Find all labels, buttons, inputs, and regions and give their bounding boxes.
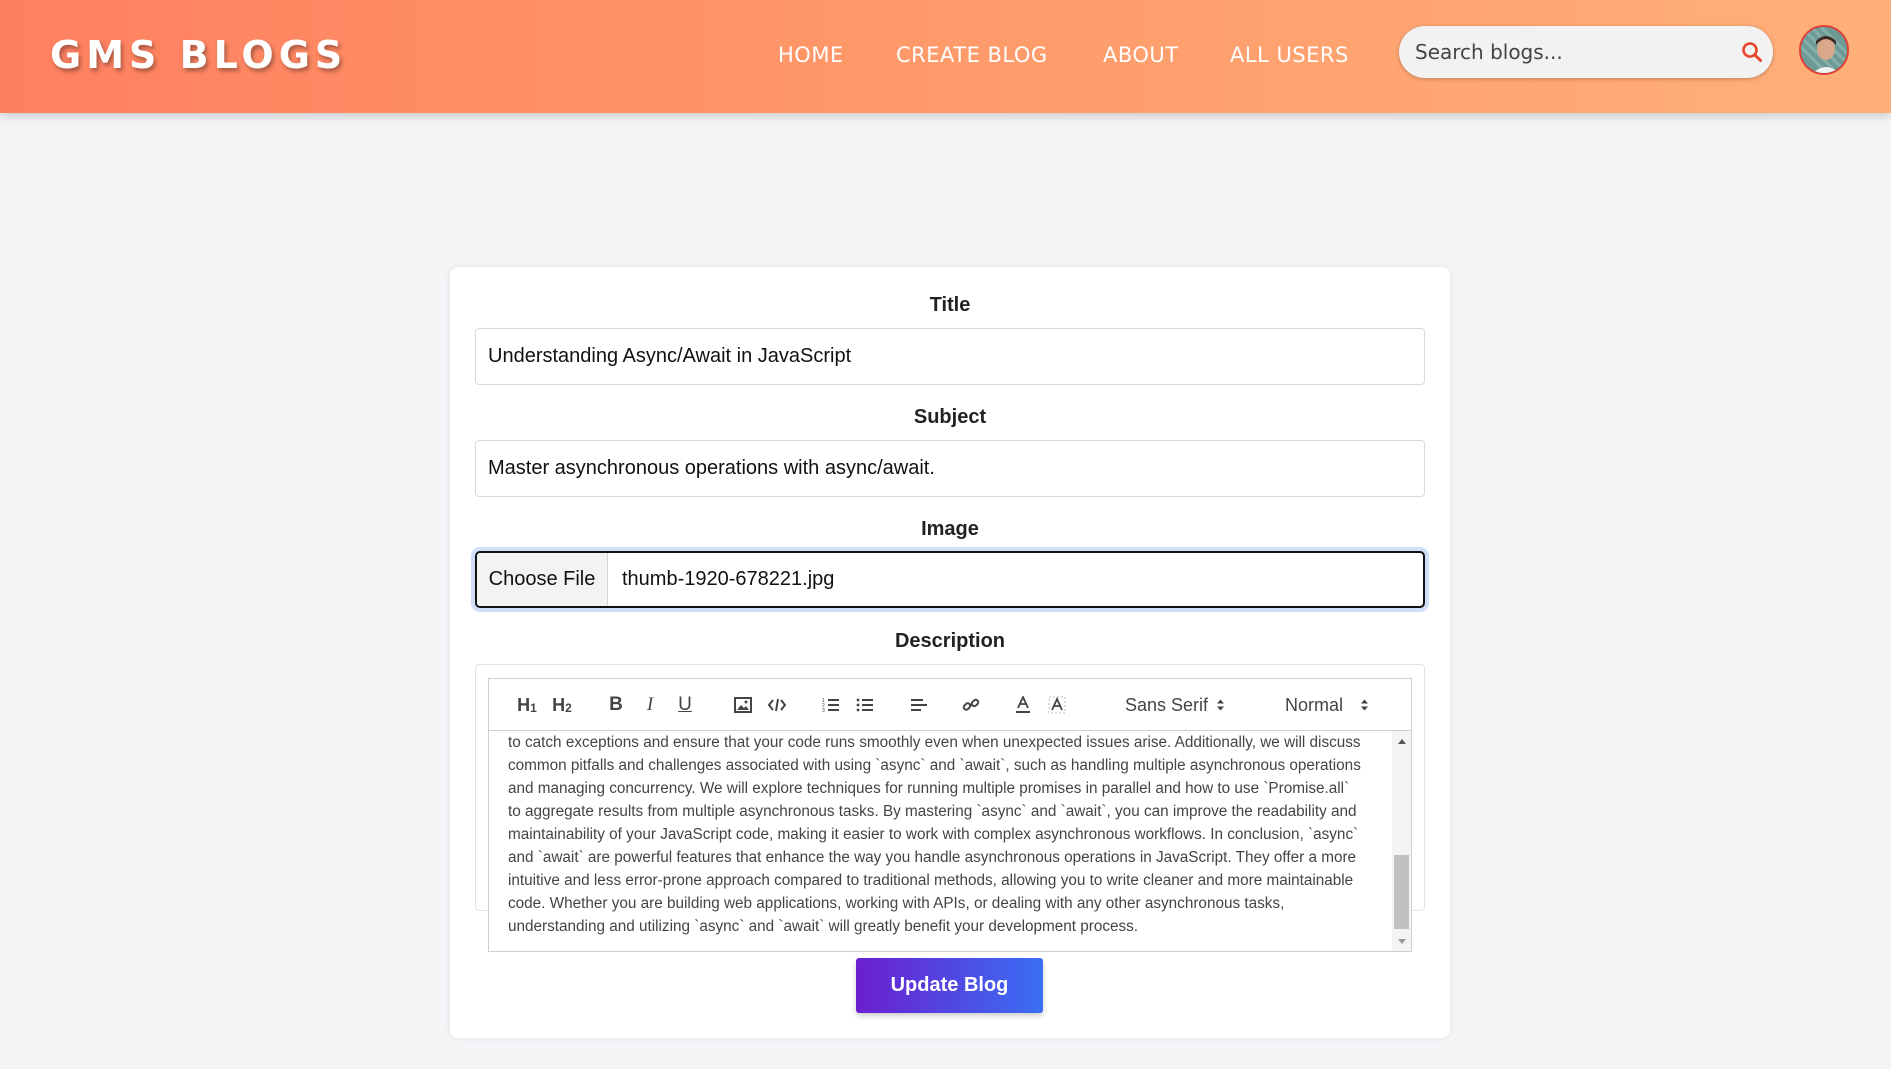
- description-line: common pitfalls and challenges associate…: [508, 757, 1361, 774]
- description-line: and `await` are powerful features that e…: [508, 849, 1357, 866]
- size-picker-label: Normal: [1285, 695, 1344, 715]
- underline-button[interactable]: U: [674, 692, 696, 718]
- title-input[interactable]: Understanding Async/Await in JavaScript: [475, 328, 1425, 385]
- avatar[interactable]: [1799, 25, 1849, 75]
- italic-button[interactable]: I: [639, 692, 661, 718]
- heading2-button[interactable]: H2: [549, 692, 575, 718]
- image-label: Image: [921, 518, 979, 540]
- description-text[interactable]: to catch exceptions and ensure that your…: [508, 731, 1380, 938]
- description-line: understanding and utilizing `async` and …: [508, 918, 1139, 935]
- bullet-list-icon[interactable]: [853, 692, 877, 718]
- svg-text:3: 3: [822, 708, 825, 713]
- nav-home[interactable]: HOME: [778, 43, 844, 67]
- font-picker-arrows-icon: [1217, 699, 1225, 711]
- code-icon[interactable]: [765, 692, 789, 718]
- search-icon[interactable]: [1741, 41, 1763, 63]
- update-blog-button[interactable]: Update Blog: [856, 958, 1043, 1013]
- link-icon[interactable]: [959, 692, 983, 718]
- image-icon[interactable]: [731, 692, 755, 718]
- navbar: GMS BLOGS HOME CREATE BLOG ABOUT ALL USE…: [0, 0, 1891, 113]
- size-picker[interactable]: Normal: [1285, 692, 1375, 718]
- font-picker[interactable]: Sans Serif: [1125, 692, 1235, 718]
- selected-file-name: thumb-1920-678221.jpg: [622, 568, 835, 590]
- description-line: intuitive and less error-prone approach …: [508, 872, 1354, 889]
- scroll-up-arrow-icon[interactable]: [1398, 739, 1406, 744]
- nav-create-blog[interactable]: CREATE BLOG: [896, 43, 1048, 67]
- bold-button[interactable]: B: [605, 692, 627, 718]
- subject-input[interactable]: Master asynchronous operations with asyn…: [475, 440, 1425, 497]
- scroll-down-arrow-icon[interactable]: [1398, 939, 1406, 944]
- image-file-input[interactable]: Choose File thumb-1920-678221.jpg: [475, 551, 1425, 608]
- nav-about[interactable]: ABOUT: [1103, 43, 1179, 67]
- description-line: to catch exceptions and ensure that your…: [508, 734, 1361, 751]
- align-left-icon[interactable]: [907, 692, 931, 718]
- title-label: Title: [929, 294, 971, 316]
- user-avatar-icon: [1801, 27, 1847, 73]
- choose-file-button[interactable]: Choose File: [477, 553, 608, 606]
- search-box: [1399, 26, 1773, 78]
- font-picker-label: Sans Serif: [1125, 695, 1209, 715]
- description-line: code. Whether you are building web appli…: [508, 895, 1285, 912]
- site-logo[interactable]: GMS BLOGS: [50, 33, 347, 77]
- editor-scrollbar[interactable]: [1392, 731, 1411, 951]
- text-color-icon[interactable]: [1011, 692, 1035, 718]
- subject-label: Subject: [913, 406, 987, 428]
- search-input[interactable]: [1415, 34, 1725, 70]
- background-color-icon[interactable]: [1045, 692, 1069, 718]
- heading1-button[interactable]: H1: [514, 692, 540, 718]
- scrollbar-thumb[interactable]: [1394, 855, 1409, 929]
- description-label: Description: [894, 630, 1006, 652]
- editor-toolbar: H1 H2 B I U 123 Sans Serif Normal: [488, 678, 1412, 731]
- description-line: and managing concurrency. We will explor…: [508, 780, 1350, 797]
- description-line: to aggregate results from multiple async…: [508, 803, 1357, 820]
- size-picker-arrows-icon: [1361, 699, 1369, 711]
- description-editor[interactable]: to catch exceptions and ensure that your…: [488, 731, 1412, 952]
- nav-all-users[interactable]: ALL USERS: [1230, 43, 1349, 67]
- edit-blog-form: Title Understanding Async/Await in JavaS…: [450, 267, 1450, 1038]
- ordered-list-icon[interactable]: 123: [819, 692, 843, 718]
- description-line: maintainability of your JavaScript code,…: [508, 826, 1359, 843]
